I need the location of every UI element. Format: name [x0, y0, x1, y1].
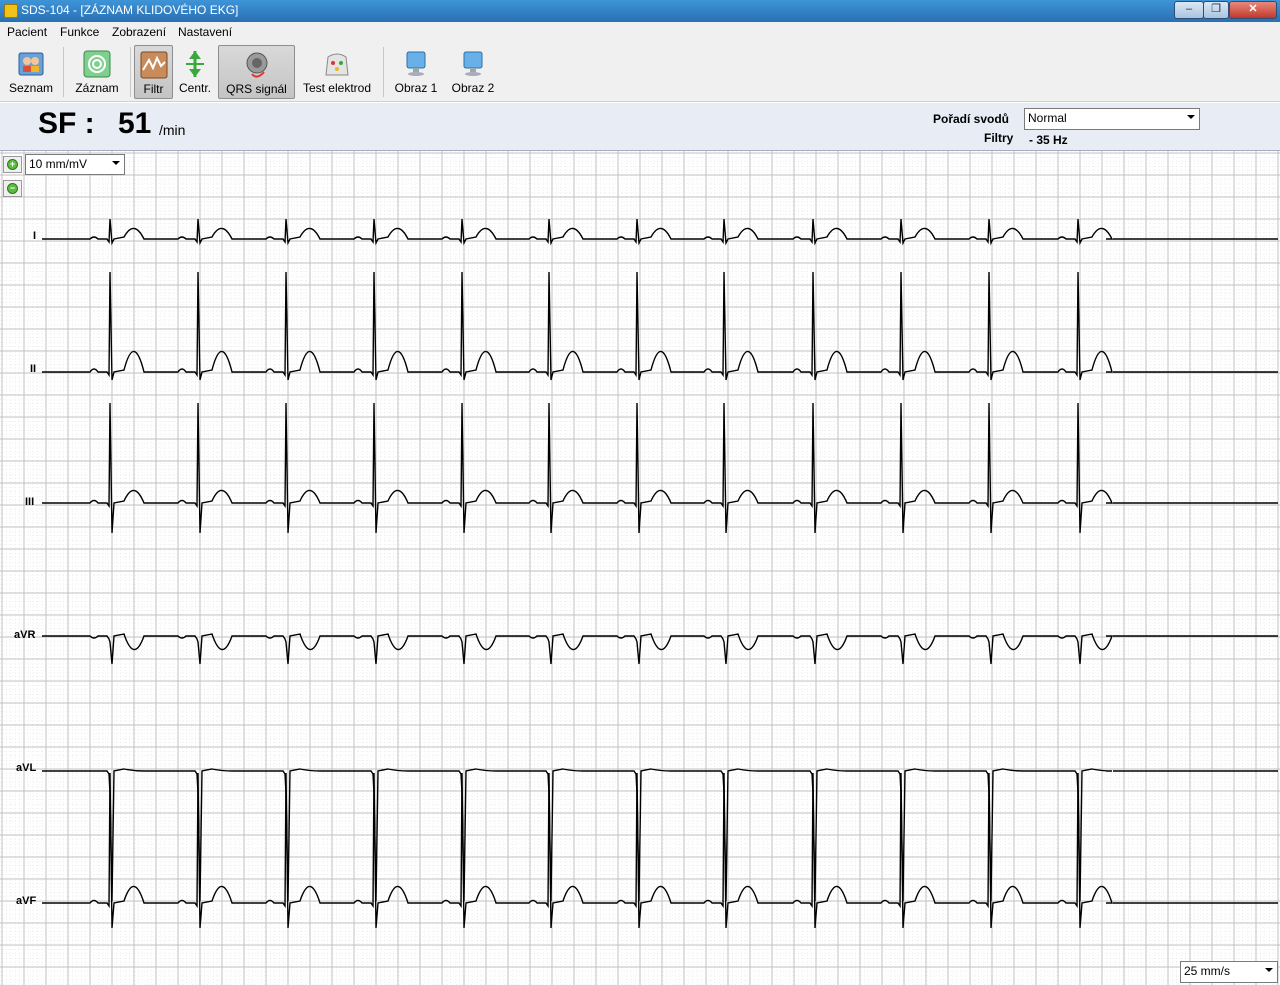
zoom-in-button[interactable]: + [3, 156, 22, 173]
ecg-chart-area: + − 10 mm/mV I II III aVR aVL aVF 25 mm/… [0, 151, 1280, 985]
chevron-down-icon [1265, 968, 1273, 972]
close-button[interactable]: ✕ [1229, 1, 1277, 19]
chevron-down-icon [112, 161, 120, 165]
lead-order-value: Normal [1028, 111, 1067, 125]
menu-zobrazeni[interactable]: Zobrazení [112, 25, 166, 39]
patient-list-icon [18, 52, 44, 76]
menu-funkce[interactable]: Funkce [60, 25, 99, 39]
filtr-label: Filtr [143, 82, 164, 96]
seznam-label: Seznam [8, 81, 54, 95]
gain-select[interactable]: 10 mm/mV [25, 154, 125, 175]
obraz-1-button[interactable]: Obraz 1 [390, 45, 442, 99]
filters-label: Filtry [984, 131, 1014, 145]
lead-label-ii: II [30, 363, 37, 375]
speed-value: 25 mm/s [1184, 964, 1231, 978]
minimize-button[interactable]: ‒ [1174, 1, 1204, 19]
centr-label: Centr. [178, 81, 211, 95]
ecg-trace-iii [42, 402, 1114, 534]
lead-label-iii: III [25, 496, 35, 508]
qrs-signal-icon [246, 52, 267, 78]
record-icon [83, 50, 111, 78]
heart-rate-unit: /min [159, 122, 186, 138]
sf-label: SF : [38, 107, 95, 140]
lead-order-select[interactable]: Normal [1024, 108, 1200, 130]
zaznam-label: Záznam [75, 81, 119, 95]
gain-value: 10 mm/mV [29, 157, 88, 171]
toolbar-separator [63, 47, 64, 97]
electrode-test-icon [325, 53, 349, 76]
seznam-button[interactable]: Seznam [4, 45, 58, 99]
lead-label-avl: aVL [16, 762, 37, 774]
test-elektrod-label: Test elektrod [302, 81, 372, 95]
ecg-trace-avf [42, 772, 1113, 929]
monitor-icon [406, 51, 426, 76]
info-bar: SF : 51 /min Pořadí svodů Normal Filtry … [0, 103, 1280, 151]
app-icon [4, 4, 18, 18]
filtr-button[interactable]: Filtr [134, 45, 173, 99]
ecg-grid-svg [0, 151, 1280, 985]
heart-rate-value: 51 [118, 107, 152, 140]
toolbar: Seznam Záznam Filtr Centr. QRS signál Te… [0, 41, 1280, 102]
lead-order-label: Pořadí svodů [933, 112, 1010, 126]
toolbar-separator [130, 47, 131, 97]
ecg-trace-ii [42, 271, 1113, 381]
qrs-signal-label: QRS signál [226, 82, 287, 96]
zoom-out-button[interactable]: − [3, 180, 22, 197]
lead-label-i: I [33, 230, 37, 242]
menu-pacient[interactable]: Pacient [7, 25, 47, 39]
obraz-2-button[interactable]: Obraz 2 [447, 45, 499, 99]
toolbar-separator [383, 47, 384, 97]
title-bar: SDS-104 - [ZÁZNAM KLIDOVÉHO EKG] ‒ ❐ ✕ [0, 0, 1280, 22]
zoom-out-icon: − [7, 183, 18, 194]
zoom-in-icon: + [7, 159, 18, 170]
ecg-trace-i [42, 218, 1114, 246]
qrs-signal-button[interactable]: QRS signál [218, 45, 295, 99]
speed-select[interactable]: 25 mm/s [1180, 961, 1278, 983]
obraz-1-label: Obraz 1 [394, 81, 438, 95]
zaznam-button[interactable]: Záznam [68, 45, 126, 99]
monitor-icon [463, 51, 483, 76]
obraz-2-label: Obraz 2 [451, 81, 495, 95]
menu-bar: Pacient Funkce Zobrazení Nastavení [0, 22, 1280, 41]
test-elektrod-button[interactable]: Test elektrod [298, 45, 376, 99]
centr-button[interactable]: Centr. [175, 45, 215, 99]
filter-icon [140, 51, 167, 79]
window-title: SDS-104 - [ZÁZNAM KLIDOVÉHO EKG] [21, 3, 239, 17]
chevron-down-icon [1187, 115, 1195, 119]
lead-label-avr: aVR [14, 629, 36, 641]
filters-value: - 35 Hz [1029, 133, 1068, 147]
maximize-button[interactable]: ❐ [1203, 1, 1229, 19]
menu-nastaveni[interactable]: Nastavení [178, 25, 232, 39]
lead-label-avf: aVF [16, 895, 37, 907]
center-icon [186, 51, 204, 77]
